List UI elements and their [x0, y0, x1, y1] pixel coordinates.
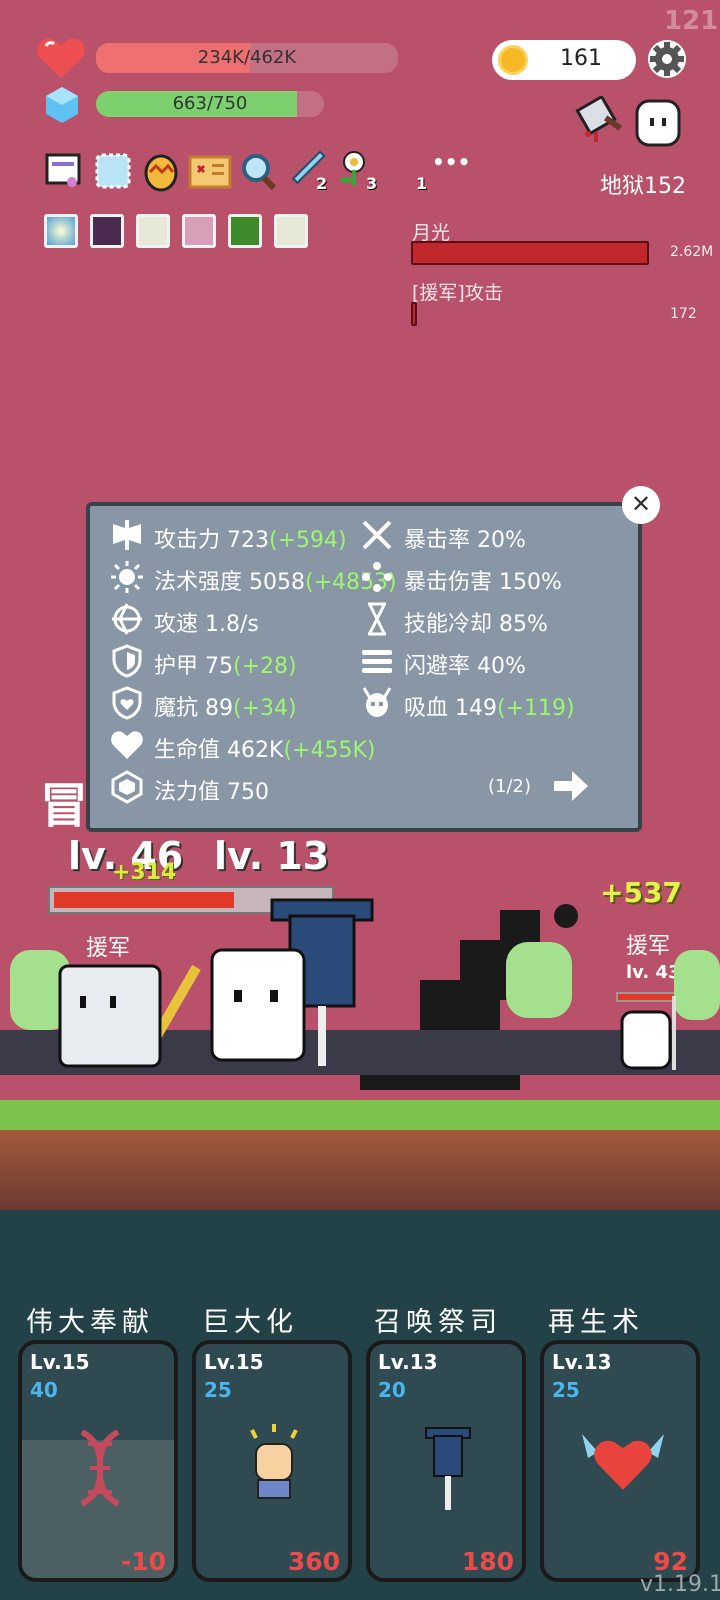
right-ally — [620, 996, 676, 1070]
winged-heart-icon — [578, 1424, 668, 1494]
damage-moonlight-bar — [411, 241, 649, 265]
poison-buff-icon[interactable] — [228, 214, 262, 248]
sun-icon — [110, 560, 144, 594]
stats-panel: 攻击力 723(+594) 法术强度 5058(+4853) 攻速 1.8/s … — [86, 502, 642, 832]
dna-icon — [68, 1428, 132, 1508]
flower-count-badge: 3 — [366, 174, 378, 193]
boot-buff-icon[interactable] — [182, 214, 216, 248]
damage-moonlight-value: 2.62M — [670, 244, 714, 260]
mana-gem-icon — [110, 770, 144, 804]
battle-scene — [0, 880, 720, 1102]
hourglass-icon — [360, 602, 394, 636]
stat-magic-resist: 魔抗 89(+34) — [154, 696, 297, 721]
coin-value: 161 — [560, 46, 602, 71]
sword-count-badge: 2 — [316, 174, 328, 193]
skill-level: Lv.15 — [30, 1350, 90, 1374]
stat-attack-speed: 攻速 1.8/s — [154, 612, 259, 637]
dirt-layer — [0, 1130, 720, 1210]
golden-egg-icon[interactable] — [142, 150, 180, 192]
scroll-card-icon[interactable] — [44, 152, 82, 190]
skill-name-1: 伟大奉献 — [26, 1307, 154, 1338]
skill-cost: 25 — [552, 1378, 580, 1402]
skill-cost: 40 — [30, 1378, 58, 1402]
more-count-badge: 1 — [416, 174, 428, 193]
coin-icon — [498, 45, 528, 75]
treasure-map-icon[interactable] — [188, 154, 232, 190]
more-items-icon[interactable]: ••• — [432, 150, 470, 174]
skill-card-giant[interactable]: Lv.15 25 360 — [192, 1340, 352, 1582]
crit-damage-icon — [360, 560, 394, 594]
close-panel-button[interactable]: ✕ — [622, 486, 660, 524]
ally-level: lv. 13 — [214, 834, 330, 878]
sprout-buff-icon-2[interactable] — [274, 214, 308, 248]
crit-icon — [360, 518, 394, 552]
skill-name-2: 巨大化 — [202, 1307, 298, 1338]
demon-buff-icon[interactable] — [90, 214, 124, 248]
skill-value: 360 — [287, 1547, 340, 1576]
damage-ally-bar — [411, 302, 417, 326]
skill-level: Lv.15 — [204, 1350, 264, 1374]
light-buff-icon[interactable] — [44, 214, 78, 248]
ally-knight — [58, 964, 162, 1068]
skill-level: Lv.13 — [378, 1350, 438, 1374]
stage-label: 地狱152 — [600, 174, 686, 199]
skill-name-4: 再生术 — [548, 1307, 644, 1338]
stat-dodge: 闪避率 40% — [404, 654, 526, 679]
coin-counter[interactable]: 161 — [492, 40, 636, 80]
stat-lifesteal: 吸血 149(+119) — [404, 696, 575, 721]
ghost-companion-icon[interactable] — [634, 98, 682, 148]
grass-ground — [0, 1100, 720, 1130]
next-page-arrow-icon[interactable] — [552, 768, 590, 804]
buff-row — [44, 214, 314, 254]
stats-page-indicator: (1/2) — [488, 776, 532, 797]
mana-crystal-icon — [44, 86, 80, 124]
stat-crit-rate: 暴击率 20% — [404, 528, 526, 553]
damage-ally-value: 172 — [670, 306, 697, 322]
hp-heart-icon — [36, 36, 86, 80]
damage-ally-label: [援军]攻击 — [412, 282, 503, 304]
lifesteal-icon — [360, 686, 394, 720]
fist-icon — [242, 1420, 306, 1504]
stat-mana: 法力值 750 — [154, 780, 270, 805]
skill-card-summon-priest[interactable]: Lv.13 20 180 — [366, 1340, 526, 1582]
settings-gear-icon[interactable] — [646, 38, 688, 80]
banner-icon — [422, 1424, 474, 1514]
cleaver-icon[interactable] — [574, 94, 626, 146]
shield-icon — [110, 644, 144, 678]
skill-level: Lv.13 — [552, 1350, 612, 1374]
axe-icon — [110, 518, 144, 552]
stat-attack: 攻击力 723(+594) — [154, 528, 347, 553]
hp-bar: 234K/462K — [96, 43, 398, 73]
stat-crit-damage: 暴击伤害 150% — [404, 570, 562, 595]
skill-card-regeneration[interactable]: Lv.13 25 92 — [540, 1340, 700, 1582]
hp-text: 234K/462K — [197, 47, 297, 68]
skill-card-great-devotion[interactable]: Lv.15 40 -10 — [18, 1340, 178, 1582]
mana-text: 663/750 — [172, 93, 248, 114]
magnifier-icon[interactable] — [240, 152, 280, 192]
sprout-buff-icon[interactable] — [136, 214, 170, 248]
stat-hp: 生命值 462K(+455K) — [154, 738, 376, 763]
partial-title: 冒 — [40, 778, 89, 834]
skill-cost: 25 — [204, 1378, 232, 1402]
fps-counter: 121 — [664, 6, 719, 36]
skill-cost: 20 — [378, 1378, 406, 1402]
stat-cooldown: 技能冷却 85% — [404, 612, 548, 637]
inventory-row: 2 3 1 ••• — [44, 150, 504, 196]
attack-speed-icon — [110, 602, 144, 636]
magic-shield-icon — [110, 686, 144, 720]
skill-name-3: 召唤祭司 — [374, 1307, 502, 1338]
skill-value: -10 — [120, 1547, 166, 1576]
frame-slot-icon[interactable] — [94, 152, 132, 190]
mana-bar: 663/750 — [96, 91, 324, 117]
dodge-icon — [360, 644, 394, 678]
version-label: v1.19.1 — [640, 1572, 720, 1597]
stat-armor: 护甲 75(+28) — [154, 654, 297, 679]
heart-icon — [110, 728, 144, 762]
skill-value: 180 — [461, 1547, 514, 1576]
